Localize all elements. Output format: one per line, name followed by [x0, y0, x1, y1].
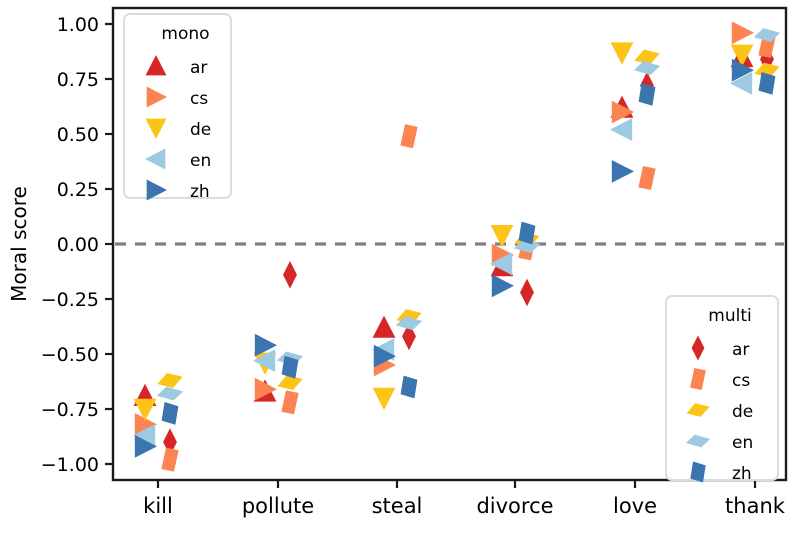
x-tick-label-kill: kill: [143, 494, 173, 518]
y-tick-label: 0.75: [57, 69, 99, 91]
legend-label-mono-en: en: [190, 151, 211, 171]
y-tick-label: −1.00: [41, 454, 99, 476]
x-tick-label-love: love: [613, 494, 657, 518]
y-tick-label: −0.25: [41, 289, 99, 311]
legend-label-multi-de: de: [732, 402, 753, 422]
legend-label-multi-cs: cs: [732, 371, 750, 391]
legend-label-multi-ar: ar: [732, 340, 749, 360]
moral-score-scatter-figure: 1.00 0.75 0.50 0.25 0.00 −0.25 −0.50 −0.75 −1.00…: [0, 0, 801, 533]
y-tick-label: 0.00: [57, 234, 99, 256]
legend-title-mono: mono: [161, 24, 209, 44]
y-tick-label: −0.75: [41, 399, 99, 421]
y-axis-label: Moral score: [7, 186, 31, 302]
y-tick-label: −0.50: [41, 344, 99, 366]
chart-canvas: 1.00 0.75 0.50 0.25 0.00 −0.25 −0.50 −0.75 −1.00…: [7, 6, 788, 518]
legend-label-multi-en: en: [732, 433, 753, 453]
legend-label-multi-zh: zh: [732, 464, 752, 484]
y-tick-label: 0.50: [57, 124, 99, 146]
legend-title-multi: multi: [708, 306, 751, 326]
legend-multi: multi ar cs de en zh: [665, 295, 779, 484]
legend-mono: mono ar cs de en zh: [123, 13, 232, 202]
x-tick-label-pollute: pollute: [242, 494, 314, 518]
x-tick-label-thank: thank: [725, 494, 786, 518]
legend-label-mono-ar: ar: [190, 58, 207, 78]
legend-label-mono-de: de: [190, 120, 211, 140]
legend-label-mono-zh: zh: [190, 182, 210, 202]
y-tick-label: 0.25: [57, 179, 99, 201]
legend-label-mono-cs: cs: [190, 89, 208, 109]
y-tick-label: 1.00: [57, 14, 99, 36]
x-tick-label-steal: steal: [372, 494, 423, 518]
x-tick-label-divorce: divorce: [476, 494, 553, 518]
